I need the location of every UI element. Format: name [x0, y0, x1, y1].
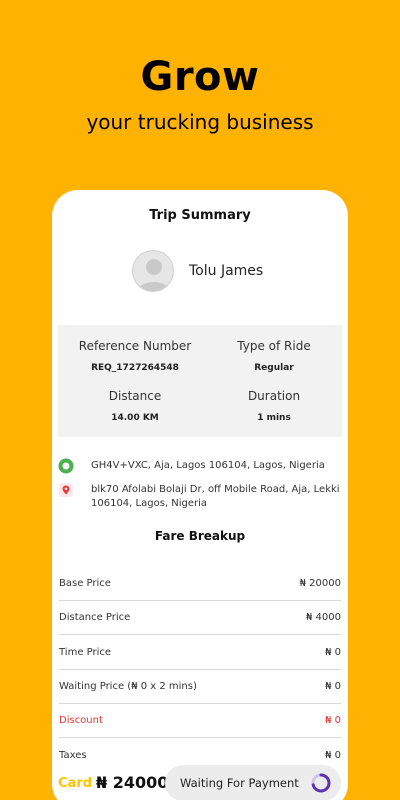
- fare-row-waiting-price: Waiting Price (₦ 0 x 2 mins) ₦ 0: [59, 670, 341, 704]
- pickup-dot-icon: [58, 458, 74, 474]
- fare-breakup-title: Fare Breakup: [154, 529, 246, 543]
- fare-label: Taxes: [59, 749, 87, 761]
- fare-value: ₦ 0: [325, 647, 341, 658]
- avatar: [132, 250, 174, 292]
- fare-row-time-price: Time Price ₦ 0: [59, 636, 341, 670]
- promo-headline: Grow: [140, 54, 260, 100]
- payment-method: Card: [58, 776, 93, 791]
- ride-type-cell: Type of Ride Regular: [209, 339, 339, 373]
- total-amount: ₦ 24000: [96, 773, 169, 792]
- payment-status-label: Waiting For Payment: [180, 776, 299, 790]
- fare-label: Time Price: [59, 647, 112, 658]
- reference-value: REQ_1727264548: [91, 363, 179, 373]
- promo-subline: your trucking business: [86, 110, 314, 134]
- page-title: Trip Summary: [149, 208, 251, 223]
- distance-value: 14.00 KM: [111, 413, 159, 423]
- fare-row-discount: Discount ₦ 0: [59, 704, 341, 738]
- fare-value: ₦ 0: [325, 715, 341, 726]
- ride-type-value: Regular: [254, 363, 294, 373]
- fare-value: ₦ 0: [325, 749, 341, 761]
- dropoff-address: blk70 Afolabi Bolaji Dr, off Mobile Road…: [91, 484, 340, 509]
- trip-details-box: Reference Number REQ_1727264548 Type of …: [58, 325, 342, 437]
- reference-label: Reference Number: [78, 339, 192, 353]
- rider-name: Tolu James: [189, 263, 264, 279]
- location-pin-icon: [59, 483, 73, 497]
- fare-label: Distance Price: [59, 612, 131, 623]
- loading-spinner-icon: [311, 773, 331, 793]
- fare-label: Discount: [59, 715, 103, 726]
- fare-label: Base Price: [59, 578, 111, 589]
- reference-cell: Reference Number REQ_1727264548: [70, 339, 200, 373]
- distance-cell: Distance 14.00 KM: [70, 389, 200, 423]
- fare-row-distance-price: Distance Price ₦ 4000: [59, 601, 341, 635]
- fare-label: Waiting Price (₦ 0 x 2 mins): [59, 681, 197, 692]
- fare-value: ₦ 0: [325, 681, 341, 692]
- payment-bar: Card ₦ 24000 Waiting For Payment: [52, 765, 348, 800]
- ride-type-label: Type of Ride: [237, 339, 311, 353]
- duration-value: 1 mins: [257, 413, 291, 423]
- pickup-address: GH4V+VXC, Aja, Lagos 106104, Lagos, Nige…: [91, 460, 325, 471]
- duration-cell: Duration 1 mins: [209, 389, 339, 423]
- user-placeholder-icon: [138, 259, 170, 291]
- distance-label: Distance: [108, 389, 162, 403]
- fare-value: ₦ 4000: [306, 612, 341, 623]
- fare-row-base-price: Base Price ₦ 20000: [59, 567, 341, 601]
- fare-value: ₦ 20000: [299, 578, 341, 589]
- duration-label: Duration: [247, 389, 301, 403]
- waiting-for-payment-button[interactable]: Waiting For Payment: [165, 765, 341, 800]
- phone-screen: Trip Summary Tolu James Reference Number…: [52, 190, 348, 800]
